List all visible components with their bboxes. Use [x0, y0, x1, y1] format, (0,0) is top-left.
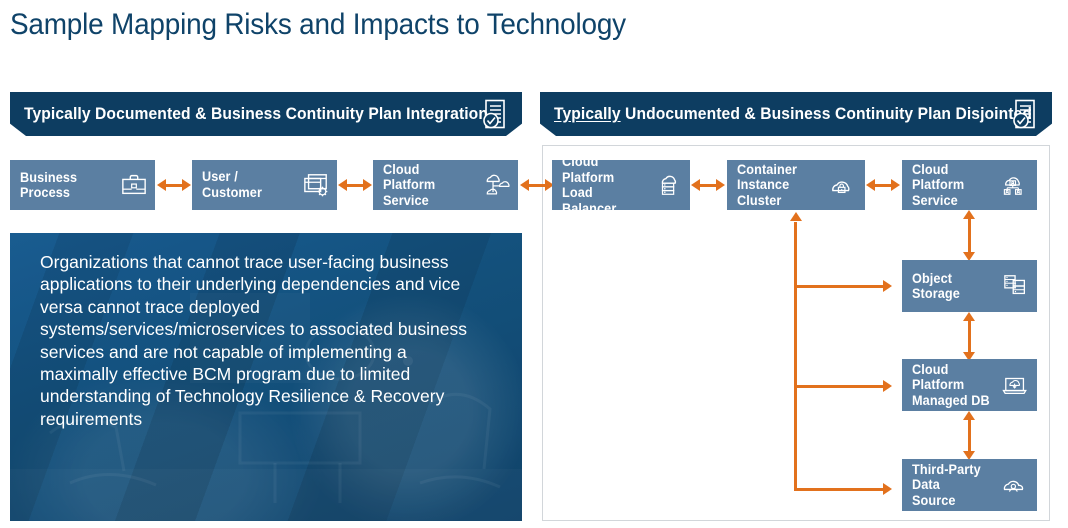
node-label: Cloud Platform Service: [383, 161, 436, 208]
arrow-user-cloud-service: [347, 183, 363, 187]
cloud-lock-icon: [829, 171, 859, 199]
node-cloud-platform-managed-db[interactable]: Cloud Platform Managed DB: [902, 359, 1037, 411]
node-label: Cloud Platform Load Balancer: [562, 154, 617, 216]
arrow-container-cloudservice: [875, 183, 891, 187]
arrowhead-left: [866, 178, 875, 191]
arrow-cross-panel: [529, 183, 545, 187]
arrowhead-left: [338, 178, 347, 191]
node-cloud-platform-service-right[interactable]: Cloud Platform Service: [902, 160, 1037, 210]
cloud-person-icon: [1001, 471, 1031, 499]
bus-trunk-vertical: [794, 222, 797, 490]
arrow-manageddb-thirdparty: [967, 419, 971, 451]
window-gear-icon: [301, 171, 331, 199]
node-object-storage[interactable]: Object Storage: [902, 260, 1037, 312]
briefcase-icon: [119, 171, 149, 199]
document-check-icon: [1012, 99, 1038, 129]
arrowhead-up: [963, 210, 975, 219]
arrowhead-up: [789, 212, 802, 221]
node-label: Business Process: [20, 169, 78, 201]
arrowhead-right: [891, 178, 900, 191]
arrowhead-right: [363, 178, 372, 191]
right-banner-text: Undocumented & Business Continuity Plan …: [620, 104, 1032, 123]
arrowhead-right: [883, 482, 892, 495]
right-panel-banner: Typically Undocumented & Business Contin…: [540, 92, 1052, 136]
arrowhead-up: [963, 312, 975, 321]
left-panel-banner: Typically Documented & Business Continui…: [10, 92, 522, 136]
storage-stack-icon: [1001, 272, 1031, 300]
arrowhead-left: [520, 178, 529, 191]
arrowhead-right: [883, 279, 892, 292]
node-user-customer[interactable]: User / Customer: [192, 160, 337, 210]
arrowhead-left: [157, 178, 166, 191]
node-label: Object Storage: [912, 270, 960, 302]
arrow-lb-container: [700, 183, 716, 187]
node-business-process[interactable]: Business Process: [10, 160, 155, 210]
arrowhead-right: [716, 178, 725, 191]
node-third-party-data-source[interactable]: Third-Party Data Source: [902, 459, 1037, 511]
cloud-tree-icon: [482, 171, 512, 199]
bus-branch-third-party: [794, 487, 883, 491]
page-title: Sample Mapping Risks and Impacts to Tech…: [10, 8, 626, 41]
bus-branch-managed-db: [794, 384, 883, 388]
document-check-icon: [482, 99, 508, 129]
node-label: Cloud Platform Service: [912, 161, 965, 208]
diagram-page: Sample Mapping Risks and Impacts to Tech…: [0, 0, 1068, 528]
node-label: Container Instance Cluster: [737, 161, 798, 208]
arrow-cloudservice-objectstorage: [967, 218, 971, 252]
quote-text: Organizations that cannot trace user-fac…: [40, 252, 467, 429]
left-banner-text: Typically Documented & Business Continui…: [24, 104, 488, 123]
left-banner-label: Typically Documented & Business Continui…: [24, 104, 488, 124]
node-cloud-platform-service-left[interactable]: Cloud Platform Service: [373, 160, 518, 210]
quote-panel: Organizations that cannot trace user-fac…: [10, 233, 522, 521]
node-label: User / Customer: [202, 169, 262, 200]
node-label: Third-Party Data Source: [912, 461, 981, 508]
arrowhead-right: [182, 178, 191, 191]
cloud-server-icon: [654, 171, 684, 199]
node-label: Cloud Platform Managed DB: [912, 361, 990, 408]
arrow-business-process-user: [166, 183, 182, 187]
arrowhead-up: [963, 411, 975, 420]
bus-branch-object-storage: [794, 284, 883, 288]
right-banner-label: Typically Undocumented & Business Contin…: [554, 104, 1032, 124]
laptop-cloud-icon: [1001, 371, 1031, 399]
arrowhead-right: [883, 379, 892, 392]
arrowhead-left: [691, 178, 700, 191]
cloud-users-icon: [1001, 171, 1031, 199]
arrow-objectstorage-manageddb: [967, 320, 971, 352]
right-banner-underlined-word: Typically: [554, 104, 621, 123]
node-container-instance-cluster[interactable]: Container Instance Cluster: [727, 160, 865, 210]
node-cloud-platform-load-balancer[interactable]: Cloud Platform Load Balancer: [552, 154, 690, 216]
